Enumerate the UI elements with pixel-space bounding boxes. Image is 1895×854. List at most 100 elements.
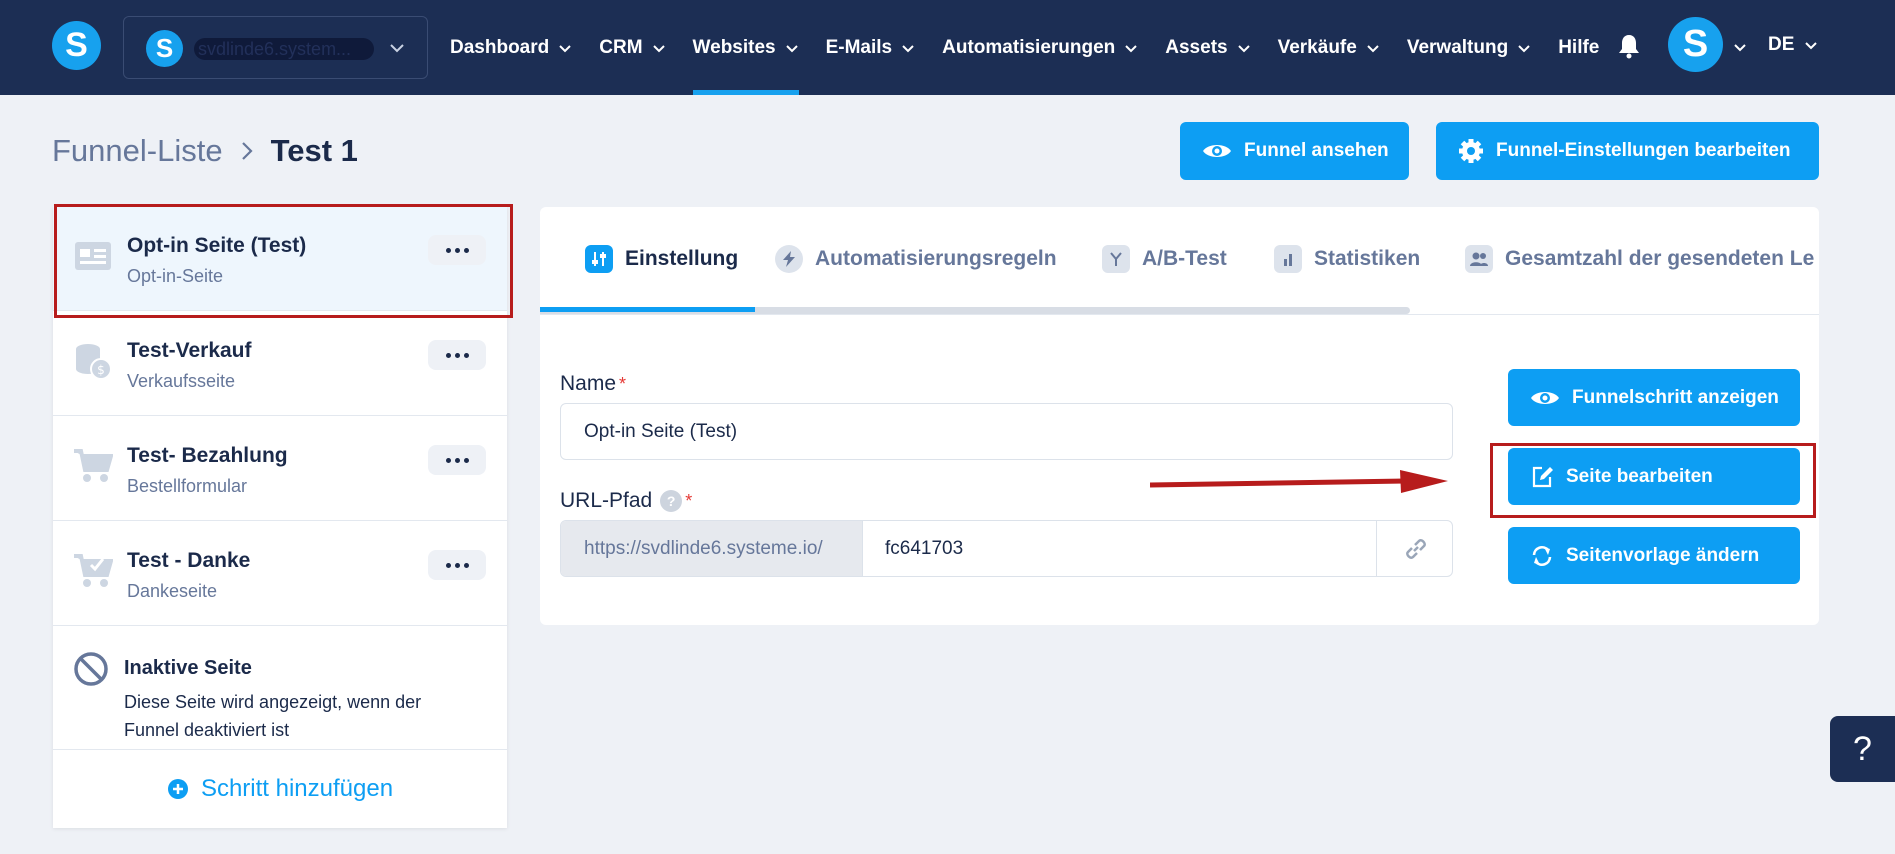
- step-options-button[interactable]: [428, 550, 486, 580]
- tab-label: Automatisierungsregeln: [815, 247, 1057, 270]
- chevron-right-icon: [241, 142, 253, 160]
- breadcrumb-funnel-list[interactable]: Funnel-Liste: [52, 133, 223, 169]
- list-item[interactable]: Test - Danke Dankeseite: [53, 521, 507, 626]
- tab-ab-test[interactable]: A/B-Test: [1102, 245, 1227, 273]
- edit-funnel-settings-label: Funnel-Einstellungen bearbeiten: [1496, 140, 1791, 161]
- workspace-switcher[interactable]: S svdlinde6.system...: [123, 16, 428, 79]
- inactive-page-title: Inaktive Seite: [124, 657, 252, 679]
- annotation-arrow: [1150, 470, 1448, 493]
- nav-administration[interactable]: Verwaltung: [1407, 0, 1531, 95]
- step-type: Bestellformular: [127, 476, 248, 496]
- nav-label: Dashboard: [450, 36, 550, 58]
- url-path-field: https://svdlinde6.systeme.io/ fc641703: [560, 520, 1453, 577]
- chevron-down-icon: [559, 44, 571, 52]
- nav-dashboard[interactable]: Dashboard: [450, 0, 572, 95]
- name-field-label: Name *: [560, 372, 626, 396]
- tab-total-sent[interactable]: Gesamtzahl der gesendeten Le: [1465, 245, 1814, 273]
- plus-circle-icon: [167, 779, 188, 799]
- step-title: Test - Danke: [127, 549, 251, 572]
- tab-automation-rules[interactable]: Automatisierungsregeln: [775, 245, 1057, 273]
- list-item[interactable]: $ Test-Verkauf Verkaufsseite: [53, 311, 507, 416]
- chevron-down-icon: [1237, 44, 1250, 52]
- chevron-down-icon: [1805, 42, 1818, 50]
- top-navigation-bar: S S svdlinde6.system... Dashboard CRM We…: [0, 0, 1895, 95]
- tab-label: Statistiken: [1314, 247, 1421, 270]
- tab-settings[interactable]: Einstellung: [585, 245, 738, 273]
- nav-label: Assets: [1165, 36, 1228, 58]
- change-template-label: Seitenvorlage ändern: [1566, 544, 1760, 566]
- nav-assets[interactable]: Assets: [1165, 0, 1250, 95]
- edit-funnel-settings-button[interactable]: Funnel-Einstellungen bearbeiten: [1436, 122, 1819, 180]
- main-nav: Dashboard CRM Websites E-Mails Automatis…: [450, 0, 1626, 95]
- inactive-page-item[interactable]: Inaktive Seite Diese Seite wird angezeig…: [53, 630, 507, 750]
- tab-statistics[interactable]: Statistiken: [1274, 245, 1420, 273]
- tab-label: A/B-Test: [1142, 247, 1227, 270]
- nav-label: Verwaltung: [1406, 36, 1509, 58]
- nav-help[interactable]: Hilfe: [1558, 0, 1599, 95]
- ban-icon: [74, 652, 108, 686]
- tab-label: Einstellung: [625, 247, 739, 270]
- nav-crm[interactable]: CRM: [599, 0, 665, 95]
- language-switcher[interactable]: DE: [1768, 34, 1818, 56]
- name-label-text: Name: [560, 372, 617, 395]
- url-path-input[interactable]: fc641703: [863, 521, 1377, 576]
- language-label: DE: [1768, 34, 1795, 55]
- bolt-icon: [783, 251, 795, 267]
- divider: [540, 314, 1819, 315]
- user-avatar[interactable]: S: [1668, 17, 1723, 72]
- chevron-down-icon: [390, 44, 404, 53]
- chevron-down-icon[interactable]: [1733, 40, 1747, 54]
- add-step-label: Schritt hinzufügen: [200, 775, 394, 802]
- step-title: Test- Bezahlung: [127, 444, 288, 467]
- annotation-highlight-box: [1490, 443, 1816, 518]
- app-logo[interactable]: S: [52, 21, 101, 70]
- link-icon: [1405, 538, 1426, 559]
- url-field-label: URL-Pfad? *: [560, 489, 692, 513]
- gear-icon: [1459, 139, 1483, 163]
- chevron-down-icon: [652, 44, 665, 52]
- chevron-down-icon: [902, 44, 914, 52]
- active-tab-indicator: [540, 307, 755, 312]
- view-funnel-button[interactable]: Funnel ansehen: [1180, 122, 1409, 180]
- name-input[interactable]: Opt-in Seite (Test): [560, 403, 1453, 460]
- step-options-button[interactable]: [428, 340, 486, 370]
- help-icon[interactable]: ?: [660, 490, 683, 512]
- step-settings-panel: Einstellung Automatisierungsregeln A/B-T…: [540, 207, 1819, 625]
- breadcrumb: Funnel-Liste Test 1: [52, 133, 358, 169]
- link-button[interactable]: [1376, 521, 1452, 576]
- add-step-button[interactable]: Schritt hinzufügen: [53, 750, 507, 828]
- sliders-icon: [592, 252, 606, 266]
- cart-check-icon: [73, 551, 113, 591]
- nav-websites[interactable]: Websites: [692, 0, 799, 95]
- cart-icon: [73, 446, 113, 486]
- chevron-down-icon: [1125, 44, 1137, 52]
- step-title: Test-Verkauf: [127, 339, 252, 362]
- step-type: Verkaufsseite: [127, 371, 236, 391]
- workspace-logo: S: [146, 30, 183, 67]
- change-template-button[interactable]: Seitenvorlage ändern: [1508, 527, 1800, 584]
- svg-text:$: $: [97, 363, 105, 377]
- nav-emails[interactable]: E-Mails: [826, 0, 916, 95]
- nav-label: Automatisierungen: [942, 36, 1116, 58]
- split-arrows-icon: [1110, 252, 1122, 266]
- url-label-text: URL-Pfad: [560, 489, 653, 512]
- step-options-button[interactable]: [428, 445, 486, 475]
- nav-automations[interactable]: Automatisierungen: [942, 0, 1138, 95]
- refresh-icon: [1532, 545, 1552, 566]
- inactive-page-description: Diese Seite wird angezeigt, wenn der Fun…: [124, 692, 422, 740]
- list-item[interactable]: Test- Bezahlung Bestellformular: [53, 416, 507, 521]
- nav-label: CRM: [599, 36, 643, 58]
- eye-icon: [1531, 391, 1559, 404]
- chevron-down-icon: [785, 44, 798, 52]
- help-widget-button[interactable]: ?: [1830, 716, 1895, 782]
- tab-label: Gesamtzahl der gesendeten Le: [1505, 247, 1815, 270]
- page-title: Test 1: [270, 133, 358, 168]
- nav-sales[interactable]: Verkäufe: [1278, 0, 1380, 95]
- annotation-highlight-box: [54, 204, 513, 318]
- show-funnel-step-button[interactable]: Funnelschritt anzeigen: [1508, 369, 1800, 426]
- bell-icon[interactable]: [1616, 33, 1642, 59]
- nav-label: Websites: [692, 36, 776, 58]
- chevron-down-icon: [1518, 44, 1530, 52]
- tab-bar: Einstellung Automatisierungsregeln A/B-T…: [540, 207, 1819, 307]
- url-domain-prefix: https://svdlinde6.systeme.io/: [561, 521, 863, 576]
